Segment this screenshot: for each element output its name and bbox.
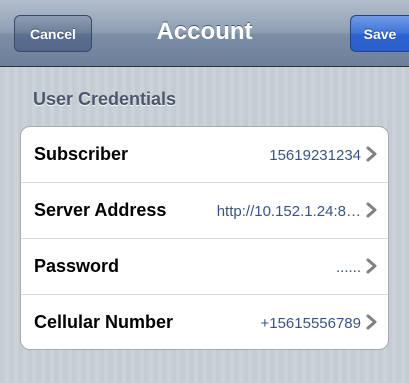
row-server-address[interactable]: Server Address http://10.152.1.24:8… — [21, 183, 388, 239]
row-value: ...... — [335, 259, 361, 276]
row-label: Password — [34, 256, 120, 276]
row-label: Server Address — [34, 200, 167, 220]
row-value: http://10.152.1.24:8… — [216, 203, 361, 220]
chevron-right-icon — [366, 202, 377, 218]
row-subscriber[interactable]: Subscriber 15619231234 — [21, 127, 388, 183]
chevron-right-icon — [366, 258, 377, 274]
row-label: Cellular Number — [34, 312, 174, 332]
page-title: Account — [156, 18, 253, 45]
row-value: +15615556789 — [260, 315, 361, 332]
save-button[interactable]: Save — [350, 15, 409, 52]
navigation-bar: Cancel Account Save — [0, 0, 409, 67]
row-password[interactable]: Password ...... — [21, 239, 388, 295]
chevron-right-icon — [366, 314, 377, 330]
row-label: Subscriber — [34, 144, 129, 164]
chevron-right-icon — [366, 146, 377, 162]
section-header: User Credentials — [33, 89, 177, 109]
credentials-group: Subscriber 15619231234 Server Address ht… — [20, 126, 389, 350]
row-cellular-number[interactable]: Cellular Number +15615556789 — [21, 295, 388, 349]
row-value: 15619231234 — [269, 147, 361, 164]
